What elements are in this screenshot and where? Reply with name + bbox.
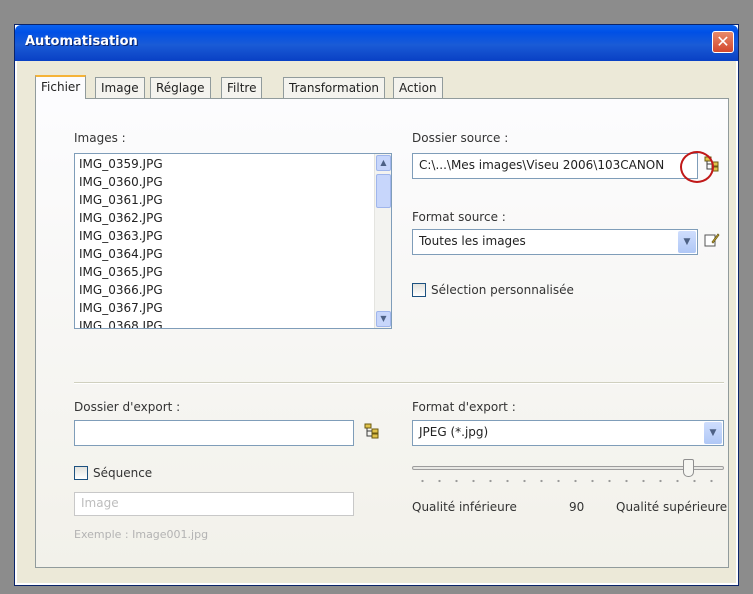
source-format-select[interactable]: Toutes les images ▼ — [412, 229, 698, 255]
tab-filtre[interactable]: Filtre — [221, 77, 263, 98]
list-item[interactable]: IMG_0366.JPG — [79, 281, 163, 299]
edit-format-button[interactable] — [702, 232, 722, 252]
source-folder-label: Dossier source : — [412, 131, 509, 145]
quality-slider-track[interactable] — [412, 466, 724, 470]
list-item[interactable]: IMG_0365.JPG — [79, 263, 163, 281]
quality-value: 90 — [569, 500, 585, 514]
tab-transformation[interactable]: Transformation — [283, 77, 386, 98]
images-listbox[interactable]: IMG_0359.JPG IMG_0360.JPG IMG_0361.JPG IMG_… — [74, 153, 392, 329]
list-item[interactable]: IMG_0368.JPG — [79, 317, 163, 328]
list-item[interactable]: IMG_0364.JPG — [79, 245, 163, 263]
chevron-down-icon: ▼ — [380, 314, 387, 323]
browse-export-folder-button[interactable] — [362, 423, 382, 443]
edit-icon — [704, 233, 720, 247]
export-folder-label: Dossier d'export : — [74, 400, 181, 414]
source-format-label: Format source : — [412, 210, 506, 224]
source-format-value: Toutes les images — [419, 234, 526, 248]
export-format-dropdown-button[interactable]: ▼ — [704, 422, 722, 444]
automation-dialog: Automatisation ✕ Fichier Image Réglage F… — [14, 24, 739, 586]
close-icon: ✕ — [716, 32, 730, 51]
annotation-circle — [680, 151, 714, 183]
list-item[interactable]: IMG_0363.JPG — [79, 227, 163, 245]
quality-slider-thumb[interactable] — [682, 459, 694, 477]
section-divider — [74, 382, 724, 384]
tab-panel-fichier: Images : IMG_0359.JPG IMG_0360.JPG IMG_036… — [35, 98, 729, 568]
list-item[interactable]: IMG_0360.JPG — [79, 173, 163, 191]
list-item[interactable]: IMG_0367.JPG — [79, 299, 163, 317]
chevron-down-icon: ▼ — [709, 428, 717, 438]
chevron-up-icon: ▲ — [380, 158, 387, 167]
quality-slider-ticks — [414, 479, 724, 483]
quality-min-label: Qualité inférieure — [412, 500, 517, 514]
images-scrollbar[interactable]: ▲ ▼ — [374, 154, 391, 328]
scroll-thumb[interactable] — [376, 174, 391, 208]
tab-action[interactable]: Action — [393, 77, 443, 98]
export-folder-field[interactable] — [74, 420, 354, 446]
list-item[interactable]: IMG_0362.JPG — [79, 209, 163, 227]
export-format-select[interactable]: JPEG (*.jpg) ▼ — [412, 420, 724, 446]
sequence-name-field[interactable]: Image — [74, 492, 354, 516]
source-folder-field[interactable]: C:\...\Mes images\Viseu 2006\103CANON — [412, 153, 698, 179]
title-bar[interactable]: Automatisation ✕ — [15, 25, 738, 61]
sequence-checkbox[interactable] — [74, 466, 88, 480]
images-label: Images : — [74, 131, 126, 145]
scroll-up-button[interactable]: ▲ — [376, 155, 391, 171]
sequence-label[interactable]: Séquence — [93, 466, 152, 480]
export-format-label: Format d'export : — [412, 400, 516, 414]
list-item[interactable]: IMG_0359.JPG — [79, 155, 163, 173]
custom-selection-label[interactable]: Sélection personnalisée — [431, 283, 574, 297]
tab-image[interactable]: Image — [95, 77, 145, 98]
chevron-down-icon: ▼ — [683, 237, 691, 247]
window-title: Automatisation — [25, 34, 138, 49]
quality-max-label: Qualité supérieure — [616, 500, 728, 514]
source-format-dropdown-button[interactable]: ▼ — [678, 231, 696, 253]
list-item[interactable]: IMG_0361.JPG — [79, 191, 163, 209]
tab-fichier[interactable]: Fichier — [35, 75, 87, 99]
close-button[interactable]: ✕ — [712, 31, 734, 53]
images-list-items: IMG_0359.JPG IMG_0360.JPG IMG_0361.JPG IMG_… — [79, 155, 163, 328]
custom-selection-checkbox[interactable] — [412, 283, 426, 297]
scroll-down-button[interactable]: ▼ — [376, 311, 391, 327]
tab-reglage[interactable]: Réglage — [150, 77, 211, 98]
sequence-example-text: Exemple : Image001.jpg — [74, 528, 209, 541]
export-format-value: JPEG (*.jpg) — [419, 425, 489, 439]
folder-tree-icon — [364, 423, 379, 439]
